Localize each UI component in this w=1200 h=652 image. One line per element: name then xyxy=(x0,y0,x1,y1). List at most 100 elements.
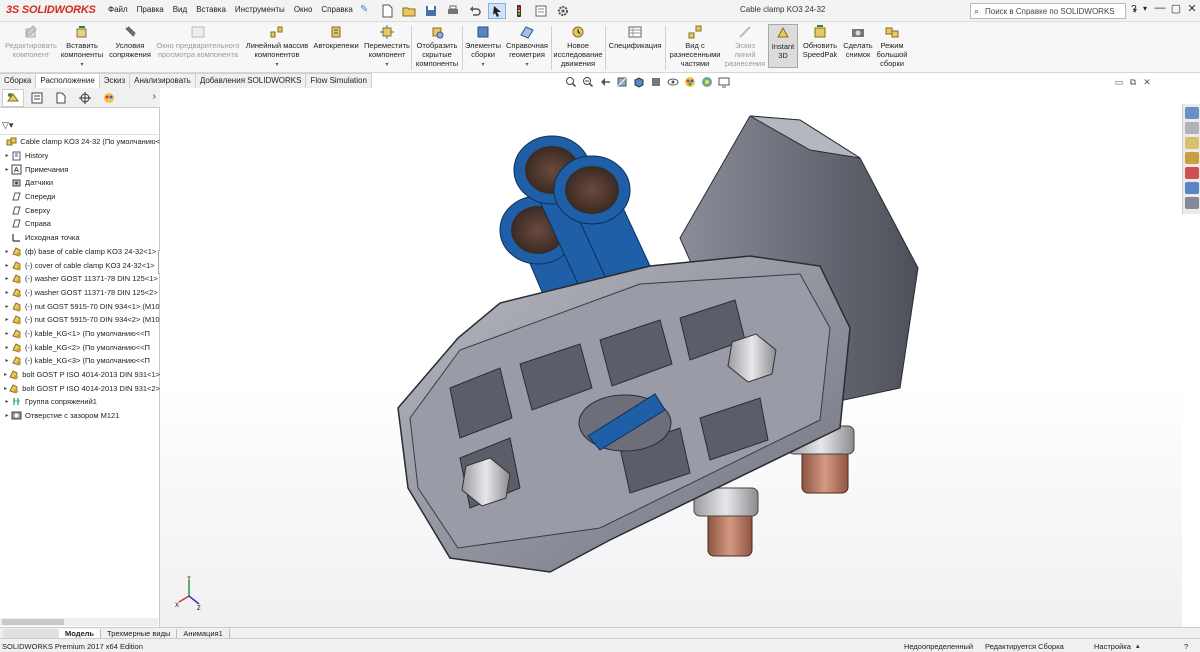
viewport-close-icon[interactable]: ✕ xyxy=(1140,77,1154,88)
file-properties-icon[interactable] xyxy=(532,3,550,19)
traffic-light-icon[interactable] xyxy=(510,3,528,19)
select-arrow-icon[interactable] xyxy=(488,3,506,19)
tree-item[interactable]: Спереди xyxy=(0,190,160,204)
zoom-to-area-icon[interactable] xyxy=(582,76,594,88)
view-palette-icon[interactable] xyxy=(1185,152,1199,164)
viewport-restore-icon[interactable]: ▭ xyxy=(1112,77,1126,88)
tree-item[interactable]: ▸ bolt GOST P ISO 4014-2013 DIN 931<2> xyxy=(0,381,160,395)
tab-scroll-arrows[interactable] xyxy=(3,628,59,638)
expand-arrow-icon[interactable]: ▸ xyxy=(3,152,11,159)
filter-icon[interactable]: ▽▾ xyxy=(2,120,13,131)
ribbon-large-assembly-mode[interactable]: Режим большой сборки xyxy=(876,24,908,68)
expand-arrow-icon[interactable]: ▸ xyxy=(3,398,11,405)
ribbon-edit-component[interactable]: Редактировать компонент xyxy=(2,24,60,59)
hide-show-items-icon[interactable] xyxy=(667,76,679,88)
propertymanager-tab-icon[interactable] xyxy=(26,89,48,107)
tree-item[interactable]: ▸ (-) nut GOST 5915-70 DIN 934<1> (M10 xyxy=(0,299,160,313)
tree-item[interactable]: ▸ (-) washer GOST 11371-78 DIN 125<2> xyxy=(0,286,160,300)
viewport-tile-icon[interactable]: ⧉ xyxy=(1126,77,1140,88)
ribbon-explode-line-sketch[interactable]: Эскиз линий разнесения xyxy=(724,24,766,68)
view-settings-icon[interactable] xyxy=(718,76,730,88)
configurationmanager-tab-icon[interactable] xyxy=(50,89,72,107)
previous-view-icon[interactable] xyxy=(599,76,611,88)
expand-arrow-icon[interactable]: ▸ xyxy=(3,412,11,419)
tree-item[interactable]: ▸ Отверстие с зазором M121 xyxy=(0,409,160,423)
options-gear-icon[interactable] xyxy=(554,3,572,19)
menu-view[interactable]: Вид xyxy=(173,5,187,14)
menu-edit[interactable]: Правка xyxy=(137,5,164,14)
edit-appearance-icon[interactable] xyxy=(684,76,696,88)
display-style-icon[interactable] xyxy=(650,76,662,88)
tree-item[interactable]: ▸ (-) kable_KG<1> (По умолчанию<<П xyxy=(0,327,160,341)
expand-arrow-icon[interactable]: ▸ xyxy=(3,330,11,337)
new-document-icon[interactable] xyxy=(378,3,396,19)
help-question-icon[interactable]: ? xyxy=(1131,4,1137,15)
ribbon-take-snapshot[interactable]: Сделать снимок xyxy=(842,24,874,59)
ribbon-instant3d[interactable]: Instant 3D xyxy=(768,24,798,68)
design-library-icon[interactable] xyxy=(1185,122,1199,134)
expand-arrow-icon[interactable]: ▸ xyxy=(3,344,11,351)
forum-icon[interactable] xyxy=(1185,197,1199,209)
tab-addins[interactable]: Добавления SOLIDWORKS xyxy=(195,73,307,88)
ribbon-show-hidden[interactable]: Отобразить скрытые компоненты xyxy=(413,24,461,68)
custom-properties-icon[interactable] xyxy=(1185,182,1199,194)
displaymanager-tab-icon[interactable] xyxy=(98,89,120,107)
chevron-right-icon[interactable]: › xyxy=(153,91,156,102)
expand-arrow-icon[interactable]: ▸ xyxy=(3,357,11,364)
minimize-button[interactable]: — xyxy=(1152,2,1168,15)
tree-item[interactable]: ▸ History xyxy=(0,149,160,163)
solidworks-resources-icon[interactable] xyxy=(1185,107,1199,119)
tree-item[interactable]: ▸ (-) washer GOST 11371-78 DIN 125<1> xyxy=(0,272,160,286)
tab-3d-views[interactable]: Трехмерные виды xyxy=(101,628,178,638)
scrollbar-thumb[interactable] xyxy=(2,619,64,625)
dimxpert-tab-icon[interactable] xyxy=(74,89,96,107)
help-dropdown-icon[interactable]: ▾ xyxy=(1143,4,1147,13)
section-view-icon[interactable] xyxy=(616,76,628,88)
expand-arrow-icon[interactable]: ▸ xyxy=(3,262,11,269)
ribbon-linear-pattern[interactable]: Линейный массив компонентов ▾ xyxy=(244,24,310,70)
tree-item[interactable]: ▸ Группа сопряжений1 xyxy=(0,395,160,409)
featuremanager-tab-icon[interactable] xyxy=(2,88,24,107)
ribbon-mate[interactable]: Условия сопряжения xyxy=(108,24,152,59)
open-folder-icon[interactable] xyxy=(400,3,418,19)
menu-help[interactable]: Справка xyxy=(321,5,352,14)
ribbon-bom[interactable]: Спецификация xyxy=(607,24,663,50)
maximize-button[interactable]: ▢ xyxy=(1168,2,1184,15)
ribbon-preview-window[interactable]: Окно предварительного просмотра компонен… xyxy=(154,24,242,59)
expand-arrow-icon[interactable]: ▸ xyxy=(3,248,11,255)
tree-item[interactable]: Датчики xyxy=(0,176,160,190)
ribbon-smart-fasteners[interactable]: Автокрепежи xyxy=(311,24,361,50)
appearances-scenes-icon[interactable] xyxy=(1185,167,1199,179)
tab-layout[interactable]: Расположение xyxy=(36,73,100,88)
tree-item[interactable]: ▸ (-) kable_KG<3> (По умолчанию<<П xyxy=(0,354,160,368)
tab-assembly[interactable]: Сборка xyxy=(0,73,37,88)
tree-item[interactable]: ▸ (ф) base of cable clamp KO3 24-32<1> xyxy=(0,245,160,259)
cable-clamp-model[interactable] xyxy=(160,88,1182,627)
print-icon[interactable] xyxy=(444,3,462,19)
tab-evaluate[interactable]: Анализировать xyxy=(130,73,196,88)
tree-item[interactable]: Справа xyxy=(0,217,160,231)
ribbon-assembly-features[interactable]: Элементы сборки ▾ xyxy=(463,24,503,70)
ribbon-reference-geometry[interactable]: Справочная геометрия ▾ xyxy=(505,24,549,70)
tree-item[interactable]: ▸ (-) cover of cable clamp KO3 24-32<1> xyxy=(0,258,160,272)
solidworks-logo[interactable]: 3S SOLIDWORKS xyxy=(6,4,96,16)
tree-item[interactable]: ▸ (-) kable_KG<2> (По умолчанию<<П xyxy=(0,340,160,354)
menu-window[interactable]: Окно xyxy=(294,5,313,14)
undo-icon[interactable] xyxy=(466,3,484,19)
view-orientation-icon[interactable] xyxy=(633,76,645,88)
tree-item[interactable]: Исходная точка xyxy=(0,231,160,245)
expand-arrow-icon[interactable]: ▸ xyxy=(3,275,11,282)
file-explorer-icon[interactable] xyxy=(1185,137,1199,149)
tree-root[interactable]: Cable clamp KO3 24-32 (По умолчанию< xyxy=(0,135,160,149)
status-settings[interactable]: Настройка xyxy=(1094,642,1131,651)
tab-sketch[interactable]: Эскиз xyxy=(99,73,131,88)
ribbon-insert-components[interactable]: Вставить компоненты ▾ xyxy=(60,24,104,70)
close-button[interactable]: ✕ xyxy=(1184,2,1200,15)
menu-insert[interactable]: Вставка xyxy=(196,5,226,14)
status-dropdown-icon[interactable]: ▴ xyxy=(1136,642,1140,650)
menu-tools[interactable]: Инструменты xyxy=(235,5,285,14)
tab-animation[interactable]: Анимация1 xyxy=(177,628,230,638)
ribbon-new-motion-study[interactable]: Новое исследование движения xyxy=(553,24,603,68)
tree-item[interactable]: ▸ A Примечания xyxy=(0,162,160,176)
ribbon-move-component[interactable]: Переместить компонент ▾ xyxy=(362,24,412,70)
